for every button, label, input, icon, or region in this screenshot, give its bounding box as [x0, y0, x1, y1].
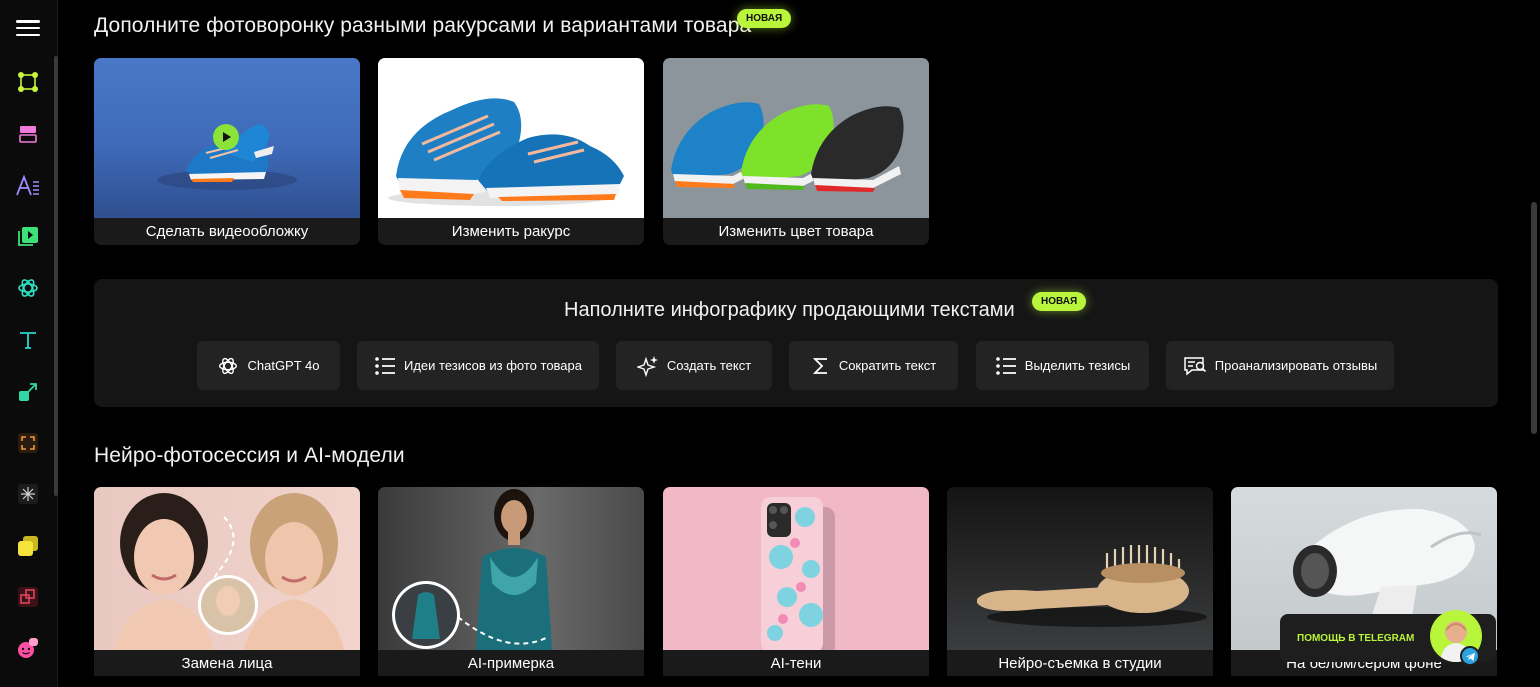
card-label: Сделать видеообложку [145, 223, 309, 240]
button-label: Идеи тезисов из фото товара [403, 358, 582, 373]
new-badge: НОВАЯ [737, 9, 792, 28]
main-scrollbar[interactable] [1531, 202, 1537, 434]
openai-icon [219, 357, 238, 374]
card-label: AI-примерка [467, 654, 555, 672]
infographic-title: Наполните инфографику продающими текстам… [564, 299, 1015, 321]
expand-frame-icon[interactable] [14, 429, 42, 457]
text-format-icon[interactable] [14, 172, 42, 200]
card-change-color[interactable]: Изменить цвет товара [663, 58, 929, 245]
crop-nodes-icon[interactable] [14, 68, 42, 96]
button-label: Выделить тезисы [1024, 358, 1131, 373]
emoji-chat-icon[interactable] [14, 634, 42, 662]
card-change-angle[interactable]: Изменить ракурс [378, 58, 644, 245]
card-video-cover[interactable]: Сделать видеообложку [94, 58, 360, 245]
card-label: Изменить ракурс [451, 223, 571, 240]
list-icon [995, 356, 1016, 375]
ai-shadows-image [663, 487, 929, 650]
highlight-thesis-button[interactable]: Выделить тезисы [976, 341, 1149, 390]
thesis-ideas-button[interactable]: Идеи тезисов из фото товара [357, 341, 599, 390]
chatgpt-4o-button[interactable]: ChatGPT 4o [197, 341, 340, 390]
card-label: Замена лица [181, 654, 273, 672]
video-play-icon[interactable] [14, 222, 42, 250]
transform-icon[interactable] [14, 583, 42, 611]
section-title-photofunnel: Дополните фотоворонку разными ракурсами … [94, 14, 752, 37]
resize-arrow-icon[interactable] [14, 378, 42, 406]
section-title-neuro-photoshoot: Нейро-фотосессия и AI-модели [94, 444, 405, 467]
text-tool-icon[interactable] [14, 326, 42, 354]
shorten-text-button[interactable]: Сократить текст [789, 341, 958, 390]
play-icon[interactable] [213, 124, 239, 150]
card-ai-fitting[interactable]: AI-примерка [378, 487, 644, 676]
openai-icon[interactable] [14, 274, 42, 302]
create-text-button[interactable]: Создать текст [616, 341, 772, 390]
hamburger-menu-icon[interactable] [16, 18, 40, 38]
card-label: Нейро-съемка в студии [998, 654, 1162, 672]
studio-shoot-image [947, 487, 1213, 650]
button-label: Сократить текст [838, 358, 937, 373]
sidebar-scrollbar[interactable] [54, 56, 58, 496]
face-swap-image [94, 487, 360, 650]
layout-card-icon[interactable] [14, 120, 42, 148]
telegram-help-label[interactable]: ПОМОЩЬ В TELEGRAM [1297, 633, 1414, 644]
card-label: AI-тени [770, 654, 822, 672]
ai-fitting-image [378, 487, 644, 650]
video-cover-image [94, 58, 360, 218]
change-angle-image [378, 58, 644, 218]
card-face-swap[interactable]: Замена лица [94, 487, 360, 676]
card-ai-shadows[interactable]: AI-тени [663, 487, 929, 676]
sparkles-icon [636, 355, 658, 377]
telegram-icon [1460, 646, 1480, 666]
button-label: Создать текст [666, 358, 752, 373]
button-label: ChatGPT 4o [247, 358, 320, 373]
new-badge: НОВАЯ [1032, 292, 1087, 311]
button-label: Проанализировать отзывы [1214, 358, 1378, 373]
card-studio-shoot[interactable]: Нейро-съемка в студии [947, 487, 1213, 676]
card-label: Изменить цвет товара [718, 223, 874, 240]
review-analyze-icon [1184, 356, 1206, 376]
change-color-image [663, 58, 929, 218]
analyze-reviews-button[interactable]: Проанализировать отзывы [1166, 341, 1394, 390]
sigma-icon [812, 357, 827, 374]
sidebar [0, 0, 58, 687]
layers-icon[interactable] [14, 532, 42, 560]
list-icon [375, 356, 395, 375]
sparkle-compass-icon[interactable] [14, 480, 42, 508]
